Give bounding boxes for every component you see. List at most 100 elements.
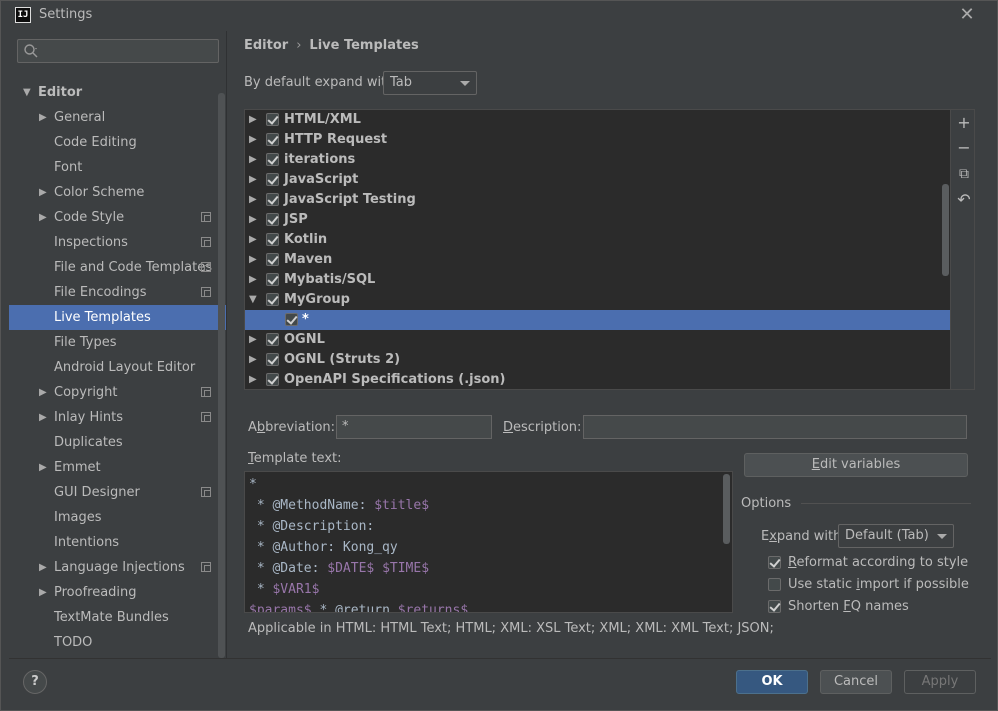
copy-icon[interactable]: ⧉ bbox=[956, 166, 972, 182]
template-group[interactable]: ▶ JSP bbox=[245, 210, 950, 230]
chevron-right-icon[interactable]: ▶ bbox=[249, 270, 257, 290]
template-group[interactable]: ▶ OGNL bbox=[245, 330, 950, 350]
chevron-down-icon[interactable]: ▼ bbox=[23, 80, 31, 105]
template-checkbox[interactable] bbox=[266, 353, 279, 366]
sidebar-item-font[interactable]: Font bbox=[9, 155, 226, 180]
template-item[interactable]: * bbox=[245, 310, 950, 330]
close-icon[interactable]: ✕ bbox=[957, 5, 977, 25]
template-name: iterations bbox=[284, 152, 356, 167]
template-group[interactable]: ▶ Mybatis/SQL bbox=[245, 270, 950, 290]
chevron-right-icon[interactable]: ▶ bbox=[39, 205, 47, 230]
sidebar-item-file-and-code-templates[interactable]: File and Code Templates bbox=[9, 255, 226, 280]
template-text-editor[interactable]: * * @MethodName: $title$ * @Description:… bbox=[244, 471, 733, 613]
sidebar-item-language-injections[interactable]: ▶ Language Injections bbox=[9, 555, 226, 580]
template-checkbox[interactable] bbox=[266, 293, 279, 306]
sidebar-item-images[interactable]: Images bbox=[9, 505, 226, 530]
template-group[interactable]: ▶ JavaScript Testing bbox=[245, 190, 950, 210]
chevron-right-icon[interactable]: ▶ bbox=[39, 555, 47, 580]
sidebar-item-inlay-hints[interactable]: ▶ Inlay Hints bbox=[9, 405, 226, 430]
chevron-right-icon[interactable]: ▶ bbox=[249, 330, 257, 350]
template-group[interactable]: ▼ MyGroup bbox=[245, 290, 950, 310]
sidebar-item-android-layout-editor[interactable]: Android Layout Editor bbox=[9, 355, 226, 380]
template-checkbox[interactable] bbox=[266, 233, 279, 246]
chevron-right-icon[interactable]: ▶ bbox=[249, 150, 257, 170]
option-checkbox[interactable] bbox=[768, 556, 781, 569]
apply-button[interactable]: Apply bbox=[904, 670, 976, 694]
chevron-right-icon[interactable]: ▶ bbox=[39, 455, 47, 480]
sidebar-item-code-editing[interactable]: Code Editing bbox=[9, 130, 226, 155]
template-group[interactable]: ▶ HTML/XML bbox=[245, 110, 950, 130]
chevron-down-icon[interactable]: ▼ bbox=[249, 290, 257, 310]
chevron-right-icon[interactable]: ▶ bbox=[249, 110, 257, 130]
sidebar-item-general[interactable]: ▶ General bbox=[9, 105, 226, 130]
template-checkbox[interactable] bbox=[285, 313, 298, 326]
sidebar-item-live-templates[interactable]: Live Templates bbox=[9, 305, 226, 330]
options-expand-select[interactable]: Default (Tab) bbox=[838, 524, 954, 548]
template-group[interactable]: ▶ iterations bbox=[245, 150, 950, 170]
templates-scrollbar[interactable] bbox=[942, 184, 949, 276]
breadcrumb-parent[interactable]: Editor bbox=[244, 38, 288, 53]
chevron-right-icon[interactable]: ▶ bbox=[249, 130, 257, 150]
help-icon[interactable]: ? bbox=[23, 670, 47, 694]
add-icon[interactable]: + bbox=[956, 115, 972, 131]
template-text-scrollbar[interactable] bbox=[723, 474, 730, 544]
chevron-right-icon[interactable]: ▶ bbox=[39, 180, 47, 205]
search-input[interactable] bbox=[17, 39, 219, 63]
default-expand-select[interactable]: Tab bbox=[383, 71, 477, 95]
template-group[interactable]: ▶ JavaScript bbox=[245, 170, 950, 190]
sidebar-item-file-encodings[interactable]: File Encodings bbox=[9, 280, 226, 305]
sidebar-item-editor[interactable]: ▼ Editor bbox=[9, 80, 226, 105]
sidebar-item-todo[interactable]: TODO bbox=[9, 630, 226, 655]
template-checkbox[interactable] bbox=[266, 173, 279, 186]
sidebar-item-label: Intentions bbox=[54, 535, 120, 550]
cancel-button[interactable]: Cancel bbox=[820, 670, 892, 694]
chevron-right-icon[interactable]: ▶ bbox=[39, 580, 47, 605]
chevron-right-icon[interactable]: ▶ bbox=[249, 230, 257, 250]
sidebar-item-color-scheme[interactable]: ▶ Color Scheme bbox=[9, 180, 226, 205]
template-checkbox[interactable] bbox=[266, 113, 279, 126]
sidebar-item-textmate-bundles[interactable]: TextMate Bundles bbox=[9, 605, 226, 630]
sidebar-item-duplicates[interactable]: Duplicates bbox=[9, 430, 226, 455]
ok-button[interactable]: OK bbox=[736, 670, 808, 694]
edit-variables-button[interactable]: Edit variables bbox=[744, 453, 968, 477]
sidebar-item-intentions[interactable]: Intentions bbox=[9, 530, 226, 555]
template-checkbox[interactable] bbox=[266, 253, 279, 266]
sidebar-item-inspections[interactable]: Inspections bbox=[9, 230, 226, 255]
template-group[interactable]: ▶ Kotlin bbox=[245, 230, 950, 250]
chevron-right-icon[interactable]: ▶ bbox=[249, 350, 257, 370]
template-checkbox[interactable] bbox=[266, 373, 279, 386]
description-field[interactable] bbox=[583, 415, 967, 439]
sidebar-item-proofreading[interactable]: ▶ Proofreading bbox=[9, 580, 226, 605]
template-group[interactable]: ▶ OpenAPI Specifications (.json) bbox=[245, 370, 950, 389]
template-checkbox[interactable] bbox=[266, 273, 279, 286]
remove-icon[interactable]: − bbox=[956, 140, 972, 156]
sidebar-scrollbar[interactable] bbox=[218, 93, 225, 658]
sidebar-item-code-style[interactable]: ▶ Code Style bbox=[9, 205, 226, 230]
sidebar-item-copyright[interactable]: ▶ Copyright bbox=[9, 380, 226, 405]
default-expand-value: Tab bbox=[390, 75, 413, 90]
option-checkbox[interactable] bbox=[768, 600, 781, 613]
template-checkbox[interactable] bbox=[266, 213, 279, 226]
sidebar-item-gui-designer[interactable]: GUI Designer bbox=[9, 480, 226, 505]
template-checkbox[interactable] bbox=[266, 193, 279, 206]
template-checkbox[interactable] bbox=[266, 133, 279, 146]
chevron-right-icon[interactable]: ▶ bbox=[249, 250, 257, 270]
chevron-right-icon[interactable]: ▶ bbox=[249, 190, 257, 210]
sidebar-item-file-types[interactable]: File Types bbox=[9, 330, 226, 355]
template-group[interactable]: ▶ Maven bbox=[245, 250, 950, 270]
chevron-right-icon[interactable]: ▶ bbox=[39, 380, 47, 405]
chevron-right-icon[interactable]: ▶ bbox=[249, 170, 257, 190]
chevron-right-icon[interactable]: ▶ bbox=[249, 210, 257, 230]
chevron-right-icon[interactable]: ▶ bbox=[39, 105, 47, 130]
chevron-right-icon[interactable]: ▶ bbox=[249, 370, 257, 389]
chevron-right-icon[interactable]: ▶ bbox=[39, 405, 47, 430]
option-checkbox[interactable] bbox=[768, 578, 781, 591]
template-checkbox[interactable] bbox=[266, 333, 279, 346]
restore-icon[interactable]: ↶ bbox=[956, 192, 972, 208]
sidebar-item-emmet[interactable]: ▶ Emmet bbox=[9, 455, 226, 480]
template-checkbox[interactable] bbox=[266, 153, 279, 166]
template-group[interactable]: ▶ HTTP Request bbox=[245, 130, 950, 150]
applicable-contexts[interactable]: Applicable in HTML: HTML Text; HTML; XML… bbox=[248, 621, 774, 636]
template-group[interactable]: ▶ OGNL (Struts 2) bbox=[245, 350, 950, 370]
abbreviation-field[interactable]: * bbox=[336, 415, 492, 439]
